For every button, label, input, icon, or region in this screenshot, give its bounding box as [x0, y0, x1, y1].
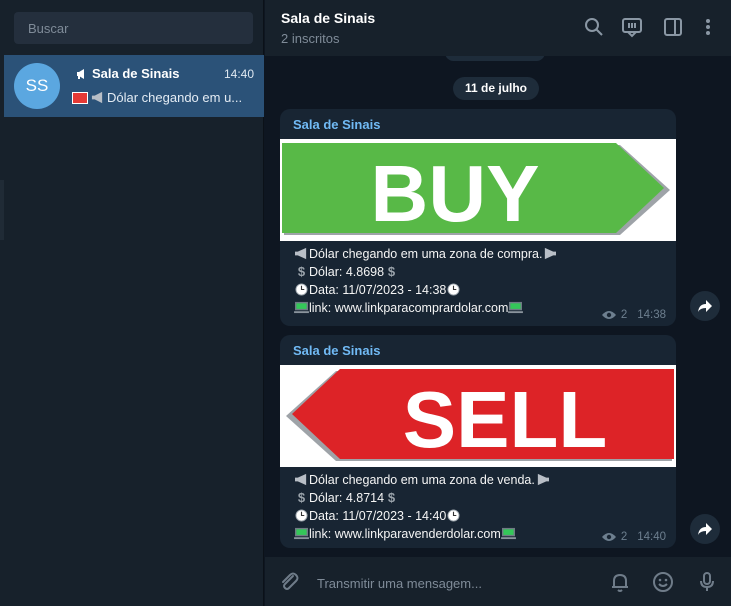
- chat-preview-text: Dólar chegando em u...: [107, 90, 243, 105]
- microphone-icon[interactable]: [695, 570, 719, 594]
- sell-banner-image[interactable]: SELL: [280, 365, 676, 467]
- dollar-sign-icon: $: [298, 265, 306, 278]
- banner-text: SELL: [403, 375, 607, 464]
- service-message: [445, 56, 545, 61]
- post-line: Dólar chegando em uma zona de compra.: [294, 245, 557, 263]
- sidebar-divider: [0, 180, 4, 240]
- post-line: $ Dólar: 4.8698 $: [294, 263, 557, 281]
- svg-text:$: $: [298, 265, 306, 278]
- sidebar: SS Sala de Sinais 14:40 Dólar chegando e…: [0, 0, 264, 606]
- dollar-sign-icon: $: [298, 491, 306, 504]
- chat-list-item[interactable]: SS Sala de Sinais 14:40 Dólar chegando e…: [4, 55, 264, 117]
- post-text: Dólar chegando em uma zona de venda. $ Dó…: [294, 471, 550, 543]
- message-list: 11 de julho Sala de Sinais BUY Dólar che…: [265, 56, 731, 550]
- post-time: 14:38: [637, 309, 666, 321]
- mute-bell-icon[interactable]: [608, 570, 632, 594]
- view-count: 2: [620, 309, 628, 321]
- avatar: SS: [14, 63, 60, 109]
- post-line-text: Dólar chegando em uma zona de venda.: [309, 473, 535, 487]
- more-options-icon[interactable]: [697, 16, 719, 38]
- post-line-text[interactable]: link: www.linkparavenderdolar.com: [309, 527, 501, 541]
- post-meta: 2 14:40: [601, 531, 666, 543]
- forward-button[interactable]: [690, 291, 720, 321]
- computer-icon: [294, 527, 309, 540]
- post-line: link: www.linkparavenderdolar.com: [294, 525, 550, 543]
- computer-icon: [508, 301, 524, 314]
- views-eye-icon: [601, 533, 616, 541]
- dollar-sign-icon: $: [388, 265, 396, 278]
- svg-text:$: $: [298, 491, 306, 504]
- views-eye-icon: [601, 311, 616, 319]
- post-line-text: Data: 11/07/2023 - 14:38: [309, 283, 447, 297]
- subscriber-count: 2 inscritos: [281, 31, 340, 46]
- search-input[interactable]: [14, 12, 253, 44]
- post-line: Data: 11/07/2023 - 14:38: [294, 281, 557, 299]
- chat-title: Sala de Sinais: [76, 66, 179, 81]
- post-line: link: www.linkparacomprardolar.com: [294, 299, 557, 317]
- search-icon[interactable]: [583, 16, 605, 38]
- channel-post[interactable]: Sala de Sinais SELL Dólar chegando em um…: [280, 335, 676, 548]
- message-composer: [265, 557, 731, 606]
- svg-text:$: $: [388, 265, 396, 278]
- attach-paperclip-icon[interactable]: [277, 570, 301, 594]
- clock-icon: [295, 283, 308, 296]
- post-line-text[interactable]: link: www.linkparacomprardolar.com: [309, 301, 508, 315]
- sidebar-toggle-icon[interactable]: [662, 16, 684, 38]
- dollar-sign-icon: $: [388, 491, 396, 504]
- computer-icon: [294, 301, 309, 314]
- date-separator: 11 de julho: [453, 77, 540, 100]
- forward-arrow-icon: [698, 523, 712, 535]
- megaphone-icon: [295, 473, 307, 486]
- megaphone-icon: [91, 91, 103, 104]
- forward-arrow-icon: [698, 300, 712, 312]
- emoji-icon[interactable]: [651, 570, 675, 594]
- clock-icon: [295, 509, 308, 522]
- megaphone-icon: [537, 473, 549, 486]
- computer-icon: [500, 527, 516, 540]
- megaphone-icon: [295, 247, 307, 260]
- chat-header: Sala de Sinais 2 inscritos: [265, 0, 731, 56]
- megaphone-icon: [545, 247, 557, 260]
- forward-button[interactable]: [690, 514, 720, 544]
- chat-preview: Dólar chegando em u...: [72, 90, 252, 105]
- post-line-text: Dólar: 4.8698: [309, 265, 385, 279]
- post-line: Dólar chegando em uma zona de venda.: [294, 471, 550, 489]
- view-count: 2: [620, 531, 628, 543]
- clock-icon: [447, 283, 460, 296]
- chat-time: 14:40: [223, 67, 254, 81]
- post-line-text: Dólar: 4.8714: [309, 491, 385, 505]
- post-line: $ Dólar: 4.8714 $: [294, 489, 550, 507]
- svg-text:$: $: [388, 491, 396, 504]
- channel-title[interactable]: Sala de Sinais: [281, 10, 375, 26]
- post-channel-name[interactable]: Sala de Sinais: [293, 343, 380, 358]
- post-time: 14:40: [637, 531, 666, 543]
- post-meta: 2 14:38: [601, 309, 666, 321]
- message-input[interactable]: [315, 571, 599, 595]
- banner-text: BUY: [371, 149, 540, 238]
- post-line-text: Dólar chegando em uma zona de compra.: [309, 247, 543, 261]
- clock-icon: [447, 509, 460, 522]
- buy-banner-image[interactable]: BUY: [280, 139, 676, 241]
- tv-icon: [72, 91, 88, 104]
- channel-post[interactable]: Sala de Sinais BUY Dólar chegando em uma…: [280, 109, 676, 326]
- post-text: Dólar chegando em uma zona de compra. $ D…: [294, 245, 557, 317]
- post-channel-name[interactable]: Sala de Sinais: [293, 117, 380, 132]
- chat-title-text: Sala de Sinais: [92, 66, 180, 81]
- post-line: Data: 11/07/2023 - 14:40: [294, 507, 550, 525]
- megaphone-icon: [77, 68, 84, 79]
- post-line-text: Data: 11/07/2023 - 14:40: [309, 509, 447, 523]
- live-stream-icon[interactable]: [621, 16, 643, 38]
